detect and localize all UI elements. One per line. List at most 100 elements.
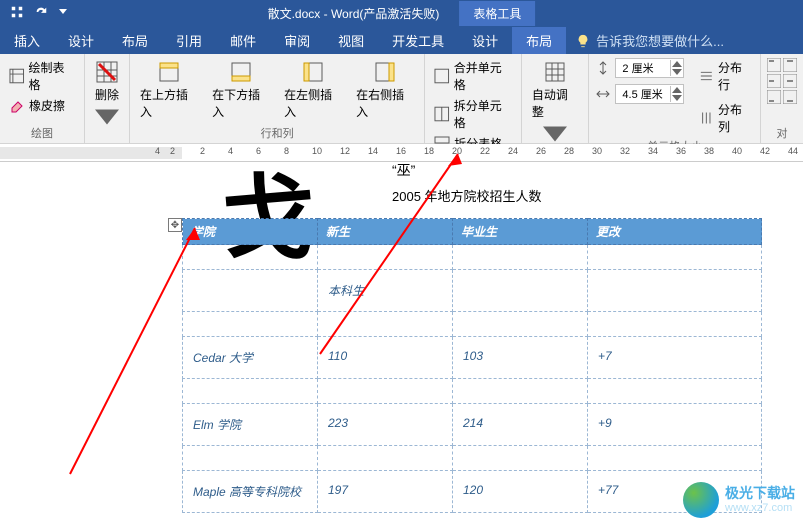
col-width-input[interactable]: 4.5 厘米 — [615, 84, 684, 104]
table-move-handle[interactable]: ✥ — [168, 218, 182, 232]
table-cell[interactable]: Maple 高等专科院校 — [183, 471, 318, 513]
insert-below-icon — [229, 60, 253, 84]
distribute-rows-button[interactable]: 分布行 — [696, 58, 754, 94]
table-cell[interactable] — [318, 379, 453, 404]
eraser-button[interactable]: 橡皮擦 — [6, 96, 78, 115]
table-row[interactable] — [183, 446, 762, 471]
tab-insert[interactable]: 插入 — [0, 27, 54, 54]
delete-button[interactable]: 删除 — [91, 58, 123, 131]
title-bar: 散文.docx - Word(产品激活失败) 表格工具 — [0, 0, 803, 27]
spin-down-icon[interactable] — [671, 68, 683, 76]
group-align-label: 对 — [777, 123, 788, 141]
group-draw: 绘制表格 橡皮擦 绘图 — [0, 54, 85, 143]
tab-table-layout[interactable]: 布局 — [512, 27, 566, 54]
merge-cells-button[interactable]: 合并单元格 — [431, 58, 515, 94]
dropdown-icon[interactable] — [58, 5, 68, 22]
table-cell[interactable]: 本科生 — [318, 270, 453, 312]
ruler-tick: 14 — [368, 146, 378, 156]
insert-above-button[interactable]: 在上方插入 — [136, 58, 202, 122]
group-rows-cols-label: 行和列 — [261, 123, 294, 141]
table-cell[interactable] — [453, 312, 588, 337]
table-cell[interactable]: +9 — [588, 404, 762, 446]
table-cell[interactable] — [183, 379, 318, 404]
watermark-logo-icon — [683, 482, 719, 518]
table-cell[interactable] — [183, 245, 318, 270]
watermark-name: 极光下载站 — [725, 486, 795, 501]
table-row[interactable] — [183, 245, 762, 270]
table-row[interactable]: 本科生 — [183, 270, 762, 312]
table-cell[interactable]: 103 — [453, 337, 588, 379]
table-cell[interactable]: Cedar 大学 — [183, 337, 318, 379]
table-cell[interactable]: 197 — [318, 471, 453, 513]
split-cells-button[interactable]: 拆分单元格 — [431, 96, 515, 132]
table-row[interactable]: Maple 高等专科院校197120+77 — [183, 471, 762, 513]
table-cell[interactable] — [318, 446, 453, 471]
align-mc-icon[interactable] — [783, 74, 797, 88]
table-cell[interactable]: Elm 学院 — [183, 404, 318, 446]
ruler-tick: 30 — [592, 146, 602, 156]
tab-layout[interactable]: 布局 — [108, 27, 162, 54]
insert-left-button[interactable]: 在左侧插入 — [280, 58, 346, 122]
tab-view[interactable]: 视图 — [324, 27, 378, 54]
table-cell[interactable] — [183, 446, 318, 471]
ruler-tick: 22 — [480, 146, 490, 156]
align-tl-icon[interactable] — [767, 58, 781, 72]
group-draw-label: 绘图 — [31, 123, 53, 141]
table-cell[interactable] — [318, 245, 453, 270]
table-row[interactable] — [183, 312, 762, 337]
doc-table[interactable]: 学院 新生 毕业生 更改 本科生Cedar 大学110103+7Elm 学院22… — [182, 218, 762, 513]
align-tc-icon[interactable] — [783, 58, 797, 72]
th-college: 学院 — [183, 219, 318, 245]
merge-cells-icon — [434, 68, 450, 84]
insert-left-icon — [301, 60, 325, 84]
table-cell[interactable] — [183, 270, 318, 312]
table-cell[interactable] — [588, 379, 762, 404]
table-row[interactable]: Cedar 大学110103+7 — [183, 337, 762, 379]
table-cell[interactable] — [183, 312, 318, 337]
tell-me[interactable]: 告诉我您想要做什么... — [566, 27, 724, 54]
table-row[interactable]: Elm 学院223214+9 — [183, 404, 762, 446]
table-row[interactable] — [183, 379, 762, 404]
tab-mailings[interactable]: 邮件 — [216, 27, 270, 54]
tab-references[interactable]: 引用 — [162, 27, 216, 54]
distribute-cols-button[interactable]: 分布列 — [696, 100, 754, 136]
table-cell[interactable] — [453, 245, 588, 270]
row-height-input[interactable]: 2 厘米 — [615, 58, 684, 78]
table-cell[interactable] — [588, 312, 762, 337]
spin-down-icon[interactable] — [671, 94, 683, 102]
table-cell[interactable] — [588, 446, 762, 471]
table-cell[interactable]: +7 — [588, 337, 762, 379]
ruler-tick: 38 — [704, 146, 714, 156]
ruler-tick: 36 — [676, 146, 686, 156]
th-grad: 毕业生 — [453, 219, 588, 245]
table-cell[interactable] — [588, 270, 762, 312]
insert-right-button[interactable]: 在右侧插入 — [352, 58, 418, 122]
tab-table-design[interactable]: 设计 — [458, 27, 512, 54]
draw-table-button[interactable]: 绘制表格 — [6, 58, 78, 94]
ruler-tick: 4 — [155, 146, 160, 156]
table-cell[interactable] — [588, 245, 762, 270]
table-cell[interactable]: 214 — [453, 404, 588, 446]
redo-icon[interactable] — [34, 5, 48, 22]
table-cell[interactable]: 223 — [318, 404, 453, 446]
table-cell[interactable] — [453, 446, 588, 471]
table-cell[interactable] — [318, 312, 453, 337]
table-cell[interactable]: 110 — [318, 337, 453, 379]
table-cell[interactable] — [453, 379, 588, 404]
ruler-tick: 2 — [170, 146, 175, 156]
tab-developer[interactable]: 开发工具 — [378, 27, 458, 54]
spin-up-icon[interactable] — [671, 86, 683, 94]
touch-mode-icon[interactable] — [10, 5, 24, 22]
autofit-button[interactable]: 自动调整 — [528, 58, 583, 148]
align-bl-icon[interactable] — [767, 90, 781, 104]
window-title: 散文.docx - Word(产品激活失败) 表格工具 — [268, 1, 536, 26]
table-cell[interactable]: 120 — [453, 471, 588, 513]
tab-design[interactable]: 设计 — [54, 27, 108, 54]
table-cell[interactable] — [453, 270, 588, 312]
spin-up-icon[interactable] — [671, 60, 683, 68]
tab-review[interactable]: 审阅 — [270, 27, 324, 54]
align-bc-icon[interactable] — [783, 90, 797, 104]
delete-table-icon — [95, 60, 119, 84]
align-ml-icon[interactable] — [767, 74, 781, 88]
insert-below-button[interactable]: 在下方插入 — [208, 58, 274, 122]
